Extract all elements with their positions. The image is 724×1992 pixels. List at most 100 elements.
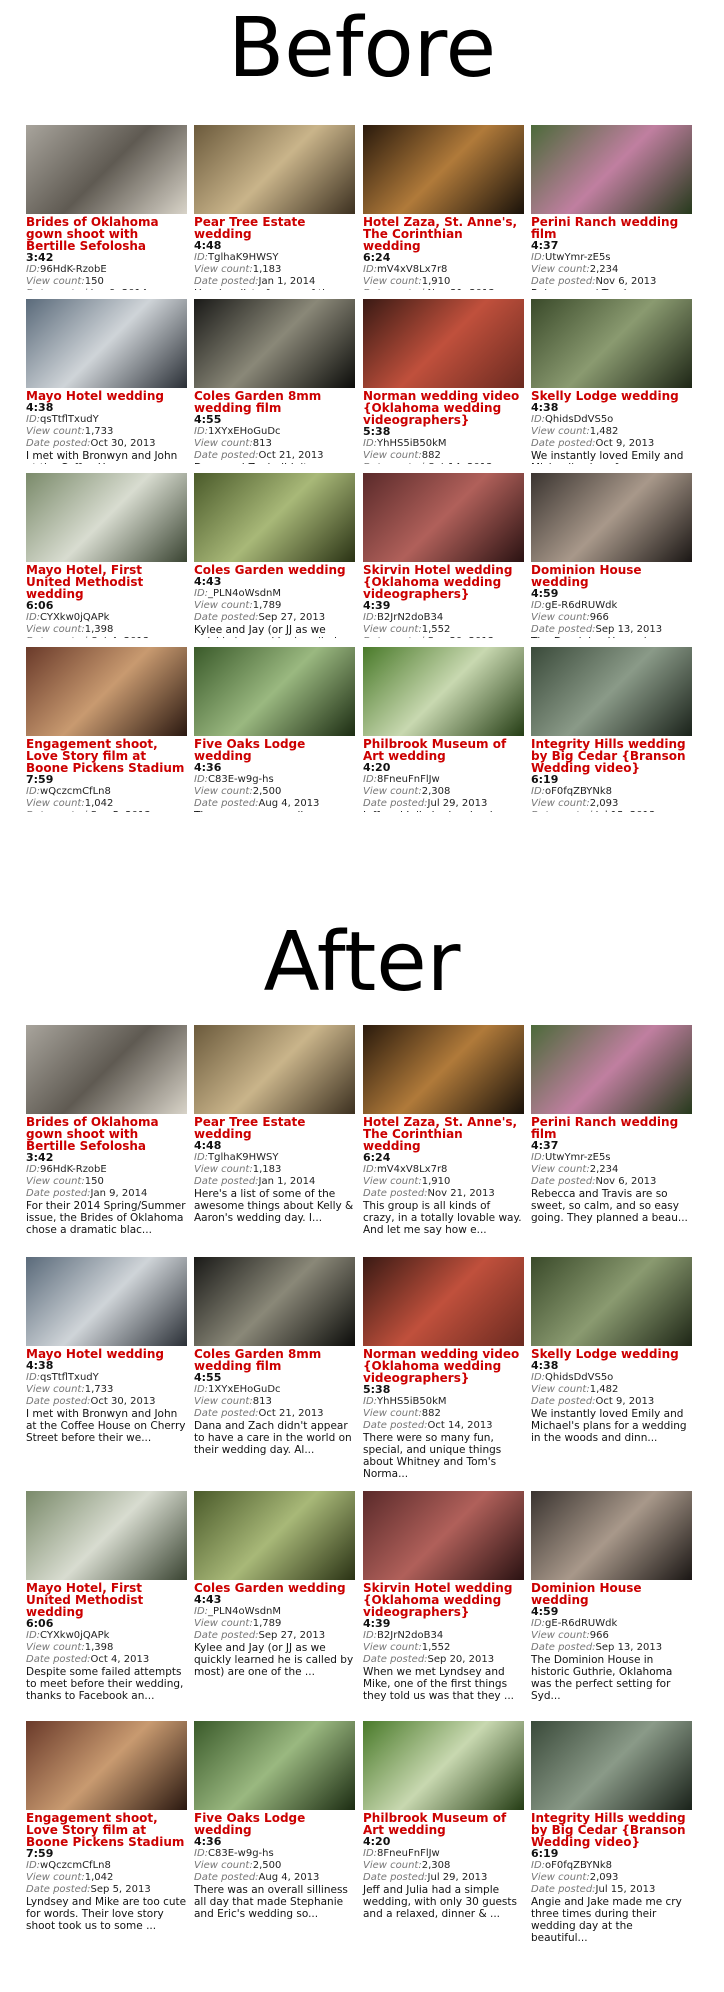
video-date-posted-label: Date posted: xyxy=(194,798,259,809)
video-title-link[interactable]: Perini Ranch wedding film xyxy=(531,1116,692,1140)
video-title-link[interactable]: Hotel Zaza, St. Anne's, The Corinthian w… xyxy=(363,216,524,252)
video-thumbnail[interactable] xyxy=(531,1025,692,1114)
video-duration: 4:20 xyxy=(363,761,391,774)
video-thumbnail[interactable] xyxy=(531,473,692,562)
video-thumbnail[interactable] xyxy=(194,1491,355,1580)
video-card[interactable]: Integrity Hills wedding by Big Cedar {Br… xyxy=(531,647,692,812)
video-card[interactable]: Skirvin Hotel wedding {Oklahoma wedding … xyxy=(363,473,524,638)
video-title-link[interactable]: Five Oaks Lodge wedding xyxy=(194,1812,355,1836)
video-card[interactable]: Hotel Zaza, St. Anne's, The Corinthian w… xyxy=(363,125,524,290)
video-card[interactable]: Skelly Lodge wedding 4:38 ID:QhidsDdVS5o Vi… xyxy=(531,299,692,464)
video-card[interactable]: Pear Tree Estate wedding 4:48 ID:TglhaK9HW… xyxy=(194,125,355,290)
video-title-link[interactable]: Skirvin Hotel wedding {Oklahoma wedding … xyxy=(363,1582,524,1618)
video-thumbnail[interactable] xyxy=(194,299,355,388)
video-title-link[interactable]: Brides of Oklahoma gown shoot with Berti… xyxy=(26,1116,187,1152)
video-title-link[interactable]: Pear Tree Estate wedding xyxy=(194,216,355,240)
video-thumbnail[interactable] xyxy=(26,125,187,214)
video-thumbnail[interactable] xyxy=(363,1721,524,1810)
video-thumbnail[interactable] xyxy=(363,647,524,736)
video-card[interactable]: Engagement shoot, Love Story film at Boo… xyxy=(26,1721,187,1932)
video-thumbnail[interactable] xyxy=(194,1721,355,1810)
video-title-link[interactable]: Skirvin Hotel wedding {Oklahoma wedding … xyxy=(363,564,524,600)
video-card[interactable]: Coles Garden 8mm wedding film 4:55 ID:1XYx… xyxy=(194,1257,355,1456)
video-thumbnail[interactable] xyxy=(26,299,187,388)
video-title-link[interactable]: Norman wedding video {Oklahoma wedding v… xyxy=(363,1348,524,1384)
video-title-link[interactable]: Brides of Oklahoma gown shoot with Berti… xyxy=(26,216,187,252)
video-thumbnail[interactable] xyxy=(363,473,524,562)
video-card[interactable]: Brides of Oklahoma gown shoot with Berti… xyxy=(26,125,187,290)
video-card[interactable]: Mayo Hotel, First United Methodist weddi… xyxy=(26,473,187,638)
video-card[interactable]: Perini Ranch wedding film 4:37 ID:UtwYmr-z… xyxy=(531,125,692,290)
video-thumbnail[interactable] xyxy=(531,1491,692,1580)
video-thumbnail[interactable] xyxy=(194,647,355,736)
video-card[interactable]: Norman wedding video {Oklahoma wedding v… xyxy=(363,299,524,464)
video-thumbnail[interactable] xyxy=(363,1025,524,1114)
video-thumbnail[interactable] xyxy=(531,1721,692,1810)
video-thumbnail[interactable] xyxy=(26,1025,187,1114)
video-thumbnail[interactable] xyxy=(531,299,692,388)
video-thumbnail[interactable] xyxy=(26,473,187,562)
video-title-link[interactable]: Philbrook Museum of Art wedding xyxy=(363,738,524,762)
video-title-link[interactable]: Philbrook Museum of Art wedding xyxy=(363,1812,524,1836)
video-thumbnail[interactable] xyxy=(363,1491,524,1580)
video-thumbnail[interactable] xyxy=(531,125,692,214)
video-thumbnail[interactable] xyxy=(531,1257,692,1346)
video-thumbnail[interactable] xyxy=(363,125,524,214)
video-title-link[interactable]: Engagement shoot, Love Story film at Boo… xyxy=(26,1812,187,1848)
video-date-posted-label: Date posted: xyxy=(531,1176,596,1187)
video-title-link[interactable]: Coles Garden 8mm wedding film xyxy=(194,1348,355,1372)
video-thumbnail[interactable] xyxy=(531,647,692,736)
video-title-link[interactable]: Norman wedding video {Oklahoma wedding v… xyxy=(363,390,524,426)
video-card[interactable]: Brides of Oklahoma gown shoot with Berti… xyxy=(26,1025,187,1236)
video-card[interactable]: Norman wedding video {Oklahoma wedding v… xyxy=(363,1257,524,1480)
video-card[interactable]: Skelly Lodge wedding 4:38 ID:QhidsDdVS5o Vi… xyxy=(531,1257,692,1444)
video-date-posted: Date posted:Oct 30, 2013 xyxy=(26,438,187,450)
video-title-link[interactable]: Perini Ranch wedding film xyxy=(531,216,692,240)
video-date-posted-value: Sep 5, 2013 xyxy=(91,810,151,812)
video-card[interactable]: Engagement shoot, Love Story film at Boo… xyxy=(26,647,187,812)
video-thumbnail[interactable] xyxy=(26,1491,187,1580)
video-card[interactable]: Coles Garden wedding 4:43 ID:_PLN4oWsdnM Vi… xyxy=(194,1491,355,1678)
video-title-link[interactable]: Integrity Hills wedding by Big Cedar {Br… xyxy=(531,1812,692,1848)
video-card[interactable]: Mayo Hotel wedding 4:38 ID:qsTtflTxudY View… xyxy=(26,299,187,464)
video-card[interactable]: Coles Garden 8mm wedding film 4:55 ID:1XYx… xyxy=(194,299,355,464)
video-thumbnail[interactable] xyxy=(363,1257,524,1346)
video-title-link[interactable]: Coles Garden 8mm wedding film xyxy=(194,390,355,414)
video-title-link[interactable]: Dominion House wedding xyxy=(531,1582,692,1606)
video-thumbnail[interactable] xyxy=(363,299,524,388)
video-title-link[interactable]: Pear Tree Estate wedding xyxy=(194,1116,355,1140)
video-title-link[interactable]: Five Oaks Lodge wedding xyxy=(194,738,355,762)
video-thumbnail[interactable] xyxy=(194,125,355,214)
before-heading: Before xyxy=(227,1,497,96)
video-title-link[interactable]: Hotel Zaza, St. Anne's, The Corinthian w… xyxy=(363,1116,524,1152)
video-card[interactable]: Five Oaks Lodge wedding 4:36 ID:C83E-w9g-h… xyxy=(194,647,355,812)
video-card[interactable]: Dominion House wedding 4:59 ID:gE-R6dRUWdk… xyxy=(531,473,692,638)
video-card[interactable]: Five Oaks Lodge wedding 4:36 ID:C83E-w9g-h… xyxy=(194,1721,355,1920)
video-card[interactable]: Philbrook Museum of Art wedding 4:20 ID:8F… xyxy=(363,647,524,812)
video-title-link[interactable]: Integrity Hills wedding by Big Cedar {Br… xyxy=(531,738,692,774)
video-thumbnail[interactable] xyxy=(194,473,355,562)
video-card[interactable]: Hotel Zaza, St. Anne's, The Corinthian w… xyxy=(363,1025,524,1236)
video-title-link[interactable]: Engagement shoot, Love Story film at Boo… xyxy=(26,738,187,774)
video-id-value: 1XYxEHoGuDc xyxy=(208,1384,281,1395)
video-card[interactable]: Mayo Hotel, First United Methodist weddi… xyxy=(26,1491,187,1702)
video-card[interactable]: Dominion House wedding 4:59 ID:gE-R6dRUWdk… xyxy=(531,1491,692,1702)
video-card[interactable]: Pear Tree Estate wedding 4:48 ID:TglhaK9HW… xyxy=(194,1025,355,1224)
video-card[interactable]: Perini Ranch wedding film 4:37 ID:UtwYmr-z… xyxy=(531,1025,692,1224)
video-title-link[interactable]: Mayo Hotel, First United Methodist weddi… xyxy=(26,564,187,600)
video-card[interactable]: Philbrook Museum of Art wedding 4:20 ID:8F… xyxy=(363,1721,524,1920)
video-card[interactable]: Skirvin Hotel wedding {Oklahoma wedding … xyxy=(363,1491,524,1702)
video-title-link[interactable]: Mayo Hotel, First United Methodist weddi… xyxy=(26,1582,187,1618)
video-thumbnail[interactable] xyxy=(26,647,187,736)
video-thumbnail[interactable] xyxy=(26,1721,187,1810)
video-card[interactable]: Coles Garden wedding 4:43 ID:_PLN4oWsdnM Vi… xyxy=(194,473,355,638)
video-id-value: gE-R6dRUWdk xyxy=(545,1618,618,1629)
video-thumbnail[interactable] xyxy=(194,1025,355,1114)
video-view-count-value: 1,042 xyxy=(84,1872,114,1883)
video-card[interactable]: Integrity Hills wedding by Big Cedar {Br… xyxy=(531,1721,692,1944)
video-date-posted-label: Date posted: xyxy=(531,1642,596,1653)
video-title-link[interactable]: Dominion House wedding xyxy=(531,564,692,588)
video-thumbnail[interactable] xyxy=(26,1257,187,1346)
video-thumbnail[interactable] xyxy=(194,1257,355,1346)
video-card[interactable]: Mayo Hotel wedding 4:38 ID:qsTtflTxudY View… xyxy=(26,1257,187,1444)
